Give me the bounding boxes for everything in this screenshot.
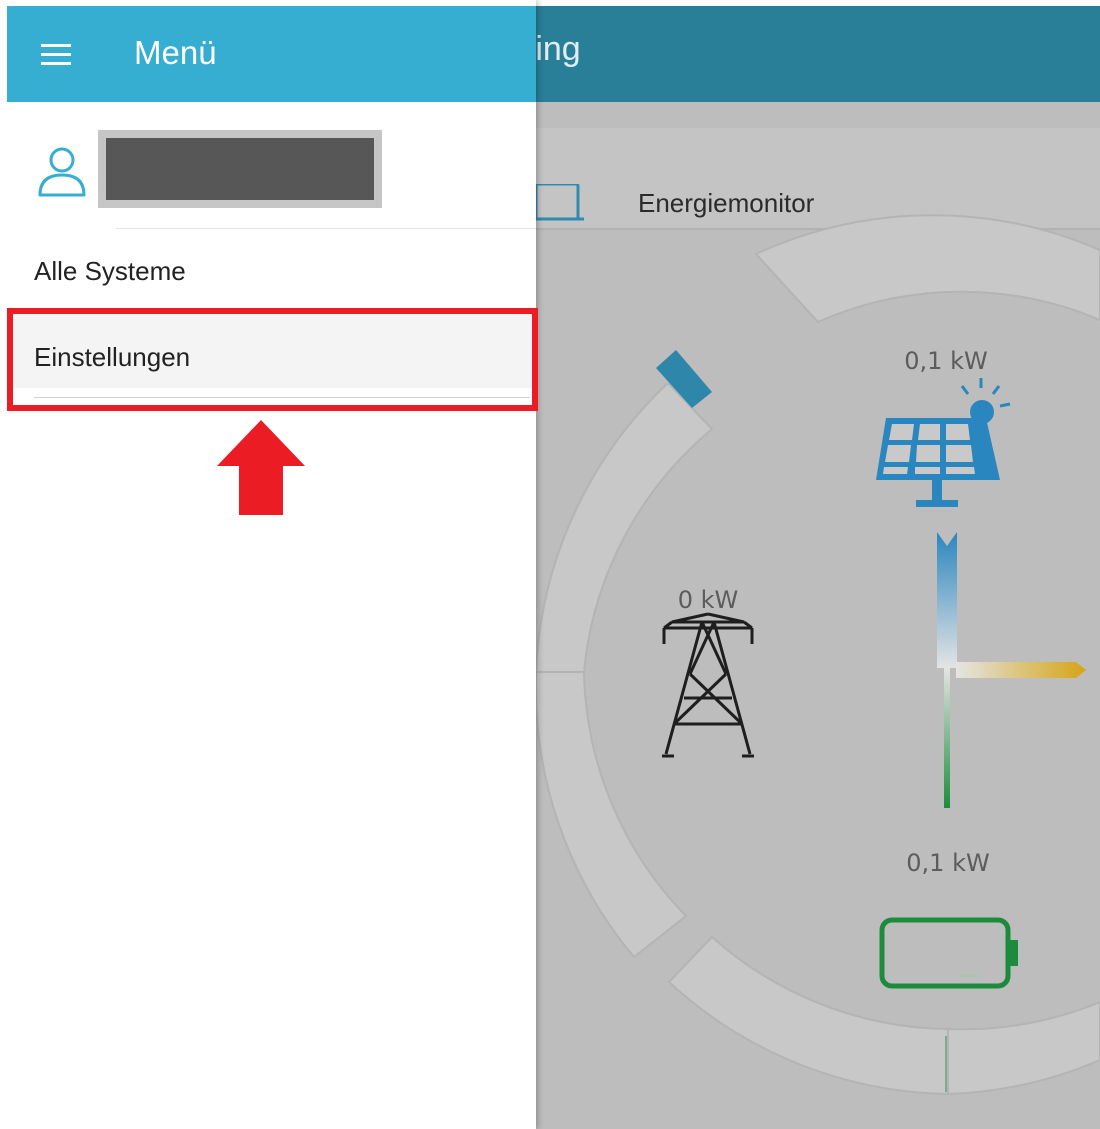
drawer-title: Menü: [134, 34, 217, 71]
consumption-flow-line: [956, 662, 1086, 678]
hamburger-icon[interactable]: [41, 44, 71, 66]
menu-item-einstellungen[interactable]: Einstellungen: [7, 308, 536, 388]
divider: [116, 228, 536, 229]
arrow-up-icon: [217, 420, 305, 515]
battery-icon: [879, 917, 1018, 989]
energy-monitor-panel: Energiemonitor 0,1 kW 0 kW 0,1 kW: [536, 102, 1100, 1129]
user-name-redacted: ████████: [98, 130, 382, 208]
solar-panel-icon: [876, 378, 1011, 507]
solar-value: 0,1 kW: [904, 347, 987, 375]
navigation-drawer: Menü ████████ Alle Systeme Einstellungen: [0, 0, 538, 1129]
divider: [34, 397, 530, 398]
menu-item-label: Alle Systeme: [34, 256, 186, 286]
drawer-header: Menü: [7, 6, 536, 102]
power-tower-icon: [662, 612, 754, 758]
app-header: [536, 6, 1100, 102]
battery-flow-line: [944, 668, 950, 808]
menu-item-label: Einstellungen: [34, 342, 191, 372]
menu-item-alle-systeme[interactable]: Alle Systeme: [7, 232, 536, 312]
energy-flow-diagram: 0,1 kW 0 kW 0,1 kW: [536, 214, 1100, 1096]
grid-value: 0 kW: [678, 586, 739, 614]
user-icon: [38, 147, 86, 197]
user-name: ████████: [106, 138, 374, 200]
solar-flow-line: [937, 532, 957, 668]
battery-value: 0,1 kW: [906, 849, 989, 877]
